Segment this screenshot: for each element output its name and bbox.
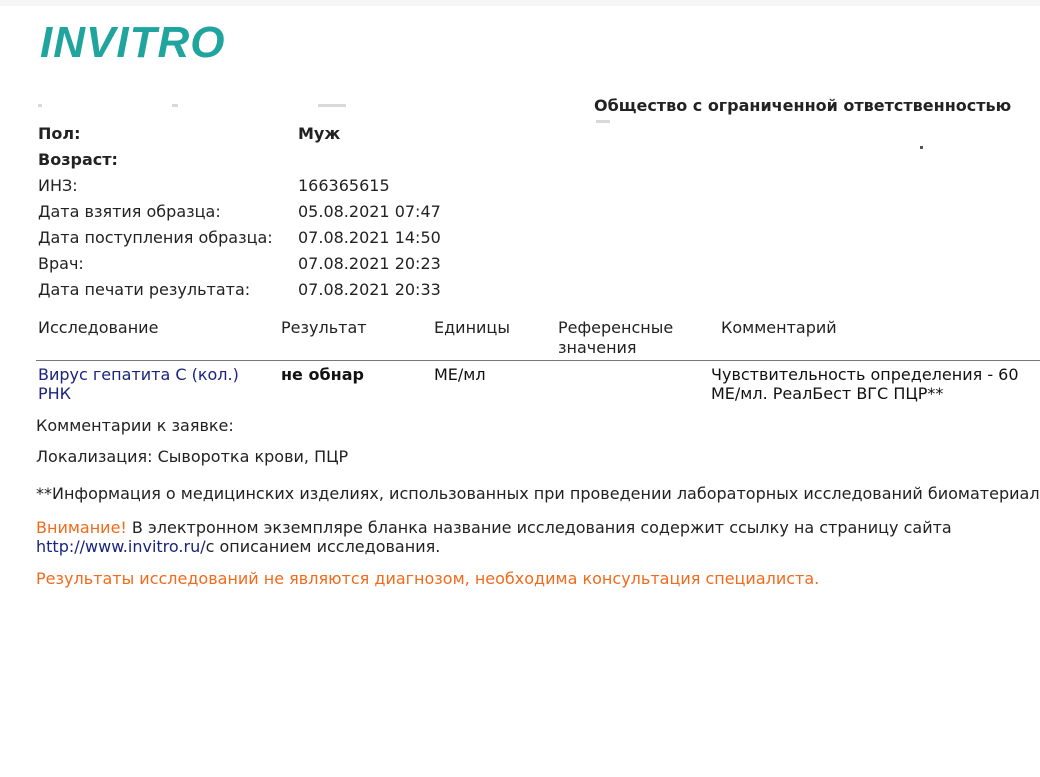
sex-value: Муж [298, 124, 341, 143]
top-strip [0, 0, 1040, 6]
test-name-line1: Вирус гепатита С (кол.) [38, 365, 239, 384]
comment-value: Чувствительность определения - 60 МЕ/мл.… [711, 365, 1019, 403]
attention-text: В электронном экземпляре бланка название… [131, 518, 952, 537]
localization-text: Локализация: Сыворотка крови, ПЦР [36, 447, 349, 466]
sex-label: Пол: [38, 124, 81, 143]
column-reference-line1: Референсные [558, 318, 674, 337]
order-comments-label: Комментарии к заявке: [36, 416, 234, 435]
sample-received-value: 07.08.2021 14:50 [298, 228, 441, 247]
site-link-suffix: с описанием исследования. [205, 537, 441, 556]
column-test: Исследование [38, 318, 159, 337]
test-name-link[interactable]: Вирус гепатита С (кол.) РНК [38, 365, 239, 403]
sample-taken-value: 05.08.2021 07:47 [298, 202, 441, 221]
result-value: не обнар [281, 365, 364, 384]
print-date-label: Дата печати результата: [38, 280, 251, 299]
inz-value: 166365615 [298, 176, 390, 195]
attention-word: Внимание! [36, 518, 127, 537]
devices-info-text: **Информация о медицинских изделиях, исп… [36, 484, 1040, 503]
organization-name: Общество с ограниченной ответственностью [594, 96, 1012, 115]
column-result: Результат [281, 318, 367, 337]
doctor-value: 07.08.2021 20:23 [298, 254, 441, 273]
units-value: МЕ/мл [434, 365, 486, 384]
attention-line: Внимание! В электронном экземпляре бланк… [36, 518, 952, 537]
column-units: Единицы [434, 318, 510, 337]
redacted-mark [38, 104, 42, 107]
invitro-site-link[interactable]: http://www.invitro.ru/ [36, 537, 206, 556]
sample-received-label: Дата поступления образца: [38, 228, 273, 247]
site-link-line: http://www.invitro.ru/с описанием исслед… [36, 537, 440, 556]
redacted-mark [172, 104, 178, 107]
age-label: Возраст: [38, 150, 118, 169]
redacted-mark [596, 120, 610, 123]
print-date-value: 07.08.2021 20:33 [298, 280, 441, 299]
inz-label: ИНЗ: [38, 176, 78, 195]
redacted-mark [318, 104, 346, 107]
table-divider [36, 360, 1040, 361]
column-comment: Комментарий [721, 318, 837, 337]
test-name-line2: РНК [38, 384, 72, 403]
column-reference-line2: значения [558, 338, 637, 357]
comment-line1: Чувствительность определения - 60 [711, 365, 1019, 384]
disclaimer-text: Результаты исследований не являются диаг… [36, 569, 820, 588]
sample-taken-label: Дата взятия образца: [38, 202, 221, 221]
doctor-label: Врач: [38, 254, 84, 273]
invitro-logo: INVITRO [40, 18, 226, 67]
redacted-mark [920, 146, 923, 149]
column-reference: Референсные значения [558, 318, 673, 358]
comment-line2: МЕ/мл. РеалБест ВГС ПЦР** [711, 384, 944, 403]
